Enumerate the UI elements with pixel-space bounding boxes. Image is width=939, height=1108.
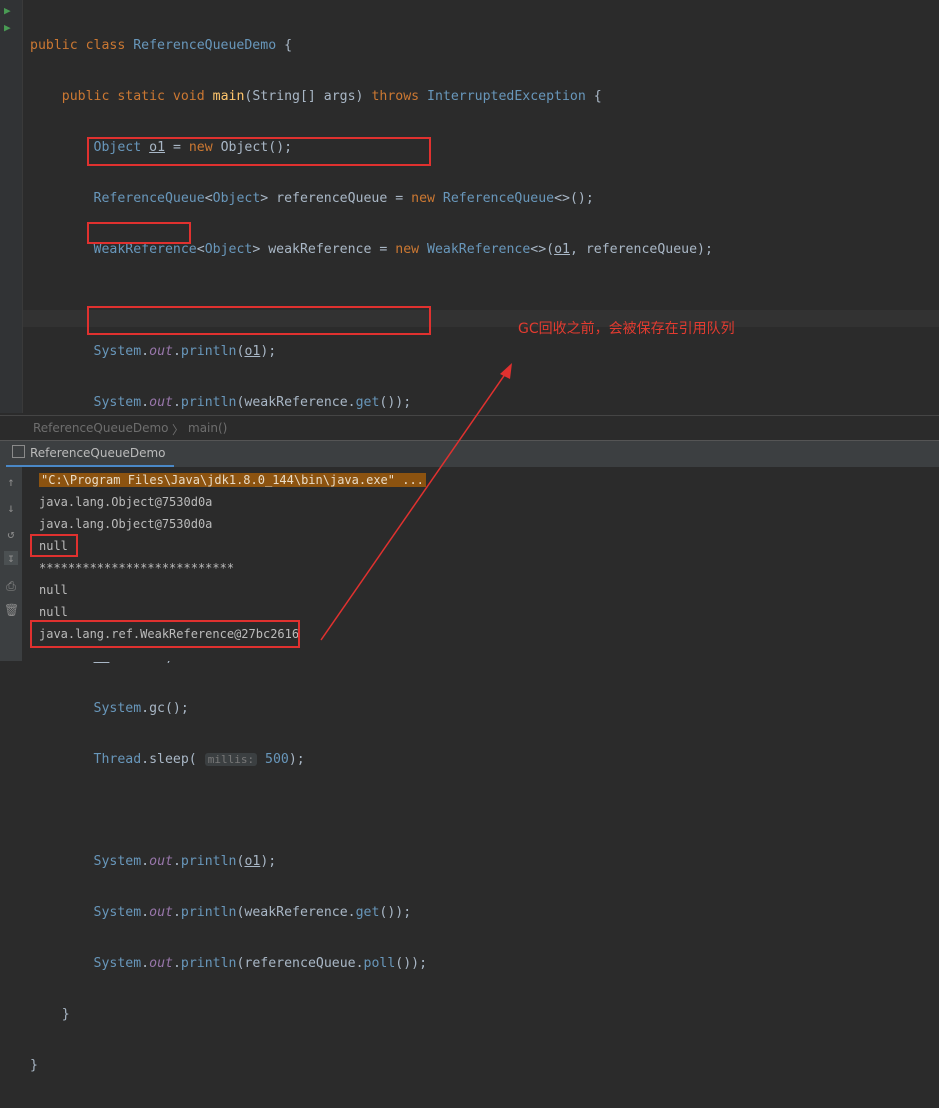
code-line: } xyxy=(30,1058,38,1073)
code-line: Thread.sleep( millis: 500); xyxy=(93,752,305,767)
code-line: System.out.println(weakReference.get()); xyxy=(93,905,412,920)
code-line: System.gc(); xyxy=(93,701,189,716)
code-line: System.out.println(referenceQueue.poll()… xyxy=(93,956,428,971)
code-line: } xyxy=(30,1007,70,1022)
code-line: System.out.println(o1); xyxy=(93,854,277,869)
annotation-arrow xyxy=(320,363,512,641)
